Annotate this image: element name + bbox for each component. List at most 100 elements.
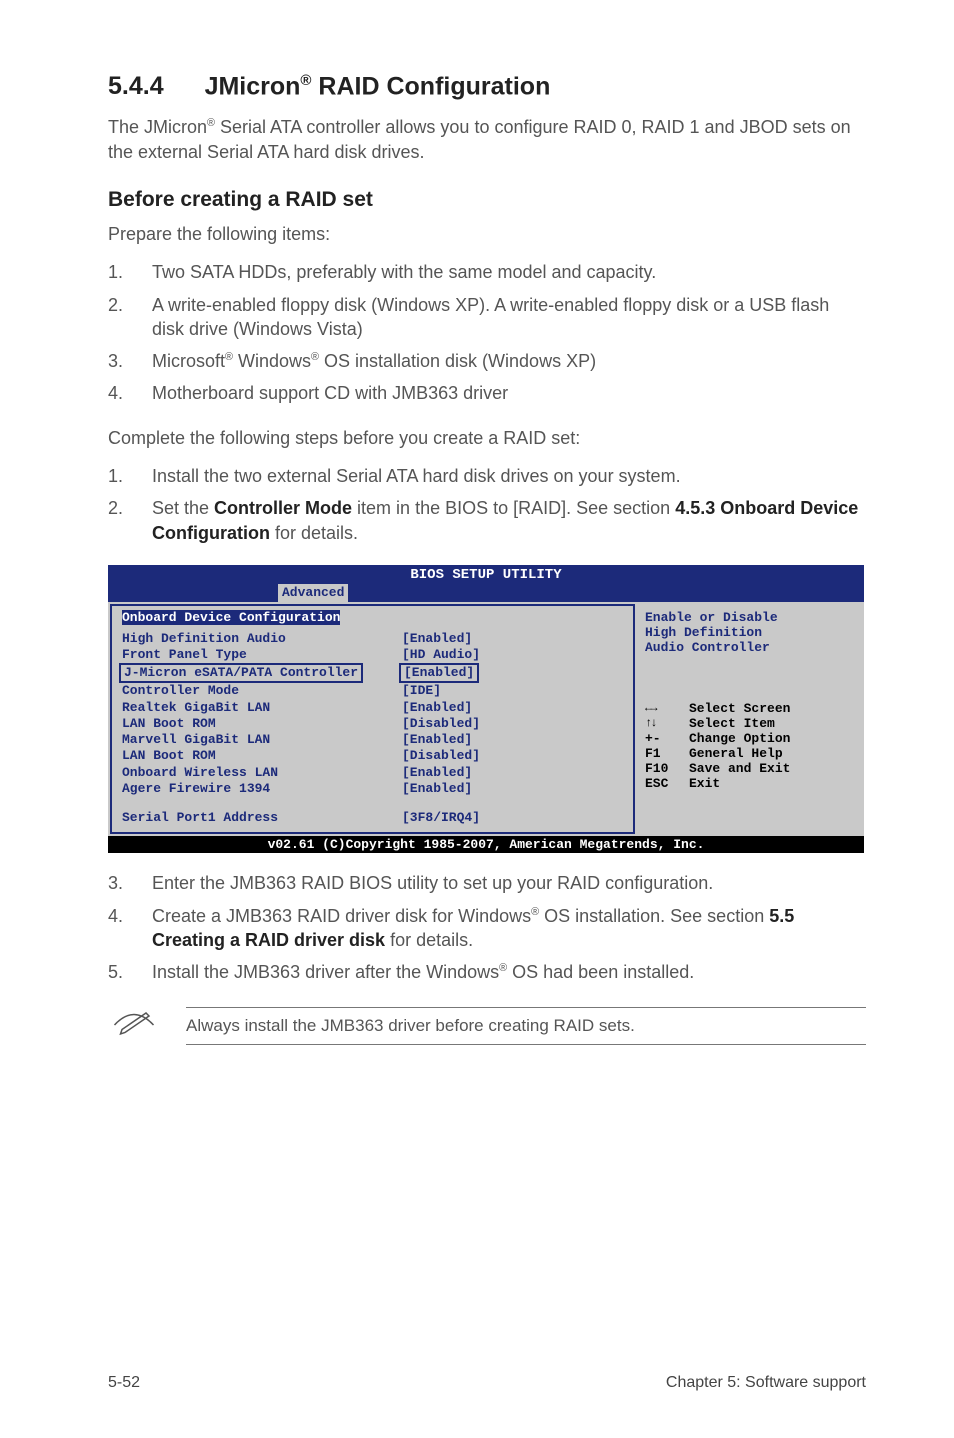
bios-key: Realtek GigaBit LAN	[122, 700, 402, 716]
bios-row: Serial Port1 Address[3F8/IRQ4]	[122, 810, 623, 826]
bios-val: [HD Audio]	[402, 647, 480, 663]
registered-sup: ®	[499, 962, 507, 974]
note-text: Always install the JMB363 driver before …	[186, 1007, 866, 1045]
bios-val: [Disabled]	[402, 716, 480, 732]
nav-label: Change Option	[689, 731, 790, 746]
bios-val: [Enabled]	[402, 631, 472, 647]
bios-val: [Enabled]	[402, 765, 472, 781]
list-text: Two SATA HDDs, preferably with the same …	[152, 260, 866, 284]
bios-group-head: Onboard Device Configuration	[122, 610, 340, 625]
complete-intro: Complete the following steps before you …	[108, 426, 866, 450]
bios-key: Front Panel Type	[122, 647, 402, 663]
pencil-note-icon	[108, 1007, 160, 1042]
txt: Set the	[152, 498, 214, 518]
list-item: 3.Enter the JMB363 RAID BIOS utility to …	[108, 871, 866, 895]
bios-key: Serial Port1 Address	[122, 810, 402, 826]
list-text: A write-enabled floppy disk (Windows XP)…	[152, 293, 866, 342]
page-number: 5-52	[108, 1374, 140, 1392]
nav-label: Exit	[689, 776, 720, 791]
nav-sym: +-	[645, 731, 689, 746]
nav-label: Select Screen	[689, 701, 790, 716]
bios-help-line: Enable or Disable	[645, 610, 855, 625]
bios-nav-keys: ←→Select Screen ↑↓Select Item +-Change O…	[645, 701, 855, 791]
nav-sym: ↑↓	[645, 716, 689, 731]
intro-paragraph: The JMicron® Serial ATA controller allow…	[108, 115, 866, 164]
txt: for details.	[385, 930, 473, 950]
bios-help-line: Audio Controller	[645, 640, 855, 655]
bold: Controller Mode	[214, 498, 352, 518]
bios-val: [Enabled]	[402, 700, 472, 716]
win: Windows	[233, 351, 311, 371]
bios-row: Realtek GigaBit LAN[Enabled]	[122, 700, 623, 716]
list-text: Microsoft® Windows® OS installation disk…	[152, 349, 866, 373]
bios-key: Onboard Wireless LAN	[122, 765, 402, 781]
rest: OS installation disk (Windows XP)	[319, 351, 596, 371]
before-creating-head: Before creating a RAID set	[108, 188, 866, 212]
bios-row: High Definition Audio[Enabled]	[122, 631, 623, 647]
bios-row: Agere Firewire 1394[Enabled]	[122, 781, 623, 797]
bios-key: Agere Firewire 1394	[122, 781, 402, 797]
list-text: Motherboard support CD with JMB363 drive…	[152, 381, 866, 405]
list-item: 2.A write-enabled floppy disk (Windows X…	[108, 293, 866, 342]
bios-screenshot: BIOS SETUP UTILITY Advanced Onboard Devi…	[108, 565, 864, 854]
bios-row-empty	[122, 797, 623, 810]
bios-right-panel: Enable or Disable High Definition Audio …	[637, 604, 861, 835]
txt: Install the JMB363 driver after the Wind…	[152, 962, 499, 982]
bios-row: Onboard Wireless LAN[Enabled]	[122, 765, 623, 781]
list-text: Set the Controller Mode item in the BIOS…	[152, 496, 866, 545]
registered-sup: ®	[300, 72, 311, 89]
bios-key: LAN Boot ROM	[122, 748, 402, 764]
txt: OS had been installed.	[507, 962, 694, 982]
bios-key: Controller Mode	[122, 683, 402, 699]
bios-key: Marvell GigaBit LAN	[122, 732, 402, 748]
bios-main: Onboard Device Configuration High Defini…	[108, 602, 864, 837]
txt: for details.	[270, 523, 358, 543]
prepare-text: Prepare the following items:	[108, 222, 866, 246]
bios-row: Controller Mode[IDE]	[122, 683, 623, 699]
section-number: 5.4.4	[108, 72, 164, 100]
bios-val: [IDE]	[402, 683, 441, 699]
bios-key: LAN Boot ROM	[122, 716, 402, 732]
bios-tab-advanced: Advanced	[278, 584, 348, 602]
txt: Create a JMB363 RAID driver disk for Win…	[152, 906, 531, 926]
prepare-list: 1.Two SATA HDDs, preferably with the sam…	[108, 260, 866, 405]
bios-help-line: High Definition	[645, 625, 855, 640]
txt: OS installation. See section	[539, 906, 769, 926]
bios-val: [Enabled]	[402, 781, 472, 797]
bios-row: Front Panel Type[HD Audio]	[122, 647, 623, 663]
list-item: 1.Two SATA HDDs, preferably with the sam…	[108, 260, 866, 284]
list-text: Install the two external Serial ATA hard…	[152, 464, 866, 488]
section-title-post: RAID Configuration	[311, 72, 550, 100]
nav-label: Select Item	[689, 716, 775, 731]
txt: item in the BIOS to [RAID]. See section	[352, 498, 675, 518]
registered-sup: ®	[225, 351, 233, 363]
intro-post: Serial ATA controller allows you to conf…	[108, 117, 851, 161]
bios-row: Marvell GigaBit LAN[Enabled]	[122, 732, 623, 748]
bios-menu-bar: Advanced	[108, 584, 864, 602]
bios-val: [3F8/IRQ4]	[402, 810, 480, 826]
bios-left-panel: Onboard Device Configuration High Defini…	[110, 604, 635, 835]
section-title-pre: JMicron	[205, 72, 301, 100]
bios-key-boxed: J-Micron eSATA/PATA Controller	[119, 663, 363, 683]
complete-list: 1.Install the two external Serial ATA ha…	[108, 464, 866, 545]
list-item: 3.Microsoft® Windows® OS installation di…	[108, 349, 866, 373]
note-callout: Always install the JMB363 driver before …	[108, 1007, 866, 1045]
nav-label: Save and Exit	[689, 761, 790, 776]
list-text: Create a JMB363 RAID driver disk for Win…	[152, 904, 866, 953]
page-footer: 5-52 Chapter 5: Software support	[108, 1374, 866, 1392]
nav-sym: F10	[645, 761, 689, 776]
section-heading: 5.4.4 JMicron® RAID Configuration	[108, 72, 866, 101]
registered-sup: ®	[311, 351, 319, 363]
bios-val-boxed: [Enabled]	[399, 663, 479, 683]
chapter-label: Chapter 5: Software support	[666, 1374, 866, 1392]
list-item: 4. Create a JMB363 RAID driver disk for …	[108, 904, 866, 953]
bios-row: LAN Boot ROM[Disabled]	[122, 716, 623, 732]
nav-sym: F1	[645, 746, 689, 761]
bios-val: [Disabled]	[402, 748, 480, 764]
intro-pre: The JMicron	[108, 117, 207, 137]
after-list: 3.Enter the JMB363 RAID BIOS utility to …	[108, 871, 866, 984]
list-item: 4.Motherboard support CD with JMB363 dri…	[108, 381, 866, 405]
nav-sym: ←→	[645, 701, 689, 716]
list-text: Enter the JMB363 RAID BIOS utility to se…	[152, 871, 866, 895]
registered-sup: ®	[207, 117, 215, 129]
